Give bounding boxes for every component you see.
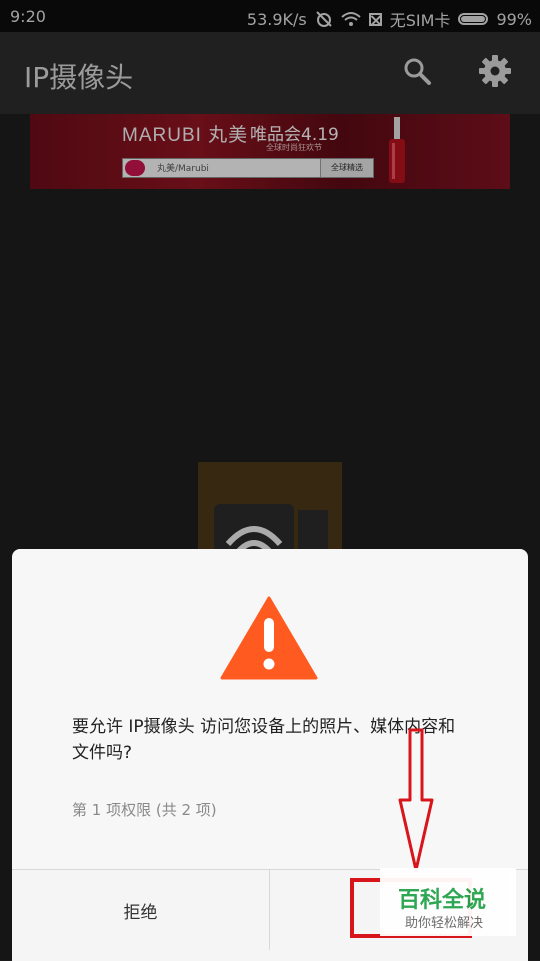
watermark-subtitle: 助你轻松解决: [405, 916, 484, 931]
annotation-arrow: [350, 728, 472, 938]
watermark-logo: 百科全说 助你轻松解决: [380, 868, 516, 936]
watermark-title: 百科全说: [398, 888, 487, 913]
